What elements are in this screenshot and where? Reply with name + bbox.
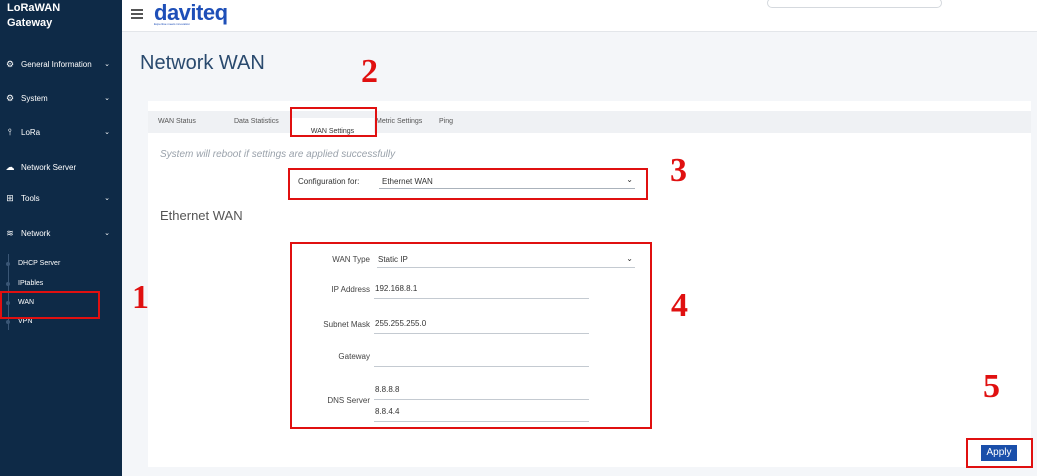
brand: LoRaWAN Gateway bbox=[7, 1, 60, 31]
annotation-number-1: 1 bbox=[132, 279, 149, 316]
sidebar-subitem-vpn[interactable]: VPN bbox=[18, 318, 32, 325]
antenna-icon: ⫯ bbox=[8, 126, 12, 137]
wifi-icon: ≋ bbox=[6, 227, 14, 238]
top-search-field[interactable] bbox=[767, 0, 942, 8]
sidebar-item-general-information[interactable]: ⚙ General Information ⌄ bbox=[0, 54, 122, 74]
annotation-number-3: 3 bbox=[670, 152, 687, 189]
sidebar-subitem-dhcp-server[interactable]: DHCP Server bbox=[18, 260, 60, 267]
brand-line1: LoRaWAN bbox=[7, 2, 61, 14]
sidebar-item-label: General Information bbox=[21, 59, 92, 69]
chevron-down-icon: ⌄ bbox=[104, 230, 110, 237]
annotation-box-5 bbox=[966, 438, 1033, 468]
annotation-number-5: 5 bbox=[983, 368, 1000, 405]
annotation-number-2: 2 bbox=[361, 53, 378, 90]
sidebar-item-label: Tools bbox=[21, 193, 40, 203]
sidebar-item-label: LoRa bbox=[21, 127, 41, 137]
sidebar-item-network-server[interactable]: ☁ Network Server bbox=[0, 157, 122, 177]
chevron-down-icon: ⌄ bbox=[104, 61, 110, 68]
tab-data-statistics[interactable]: Data Statistics bbox=[234, 118, 279, 125]
reboot-notice: System will reboot if settings are appli… bbox=[160, 149, 396, 160]
menu-icon[interactable] bbox=[131, 9, 143, 19]
tab-wan-status[interactable]: WAN Status bbox=[158, 118, 196, 125]
brand-line2: Gateway bbox=[7, 17, 53, 29]
tab-ping[interactable]: Ping bbox=[439, 118, 453, 125]
submenu-dot bbox=[6, 282, 10, 286]
annotation-box-4 bbox=[290, 242, 652, 429]
annotation-box-3 bbox=[288, 168, 648, 200]
sidebar-item-label: Network Server bbox=[21, 162, 77, 172]
logo-tagline: Expertise meets innovation bbox=[154, 22, 191, 26]
tab-metric-settings[interactable]: Metric Settings bbox=[376, 118, 422, 125]
grid-icon: ⊞ bbox=[6, 192, 14, 203]
page-title: Network WAN bbox=[140, 52, 265, 74]
annotation-number-4: 4 bbox=[671, 287, 688, 324]
sidebar: LoRaWAN Gateway ⚙ General Information ⌄ … bbox=[0, 0, 122, 476]
tab-bar: WAN Status Data Statistics WAN Settings … bbox=[148, 111, 1031, 143]
sidebar-item-network[interactable]: ≋ Network ⌄ bbox=[0, 223, 122, 243]
submenu-dot bbox=[6, 262, 10, 266]
section-title: Ethernet WAN bbox=[160, 208, 243, 223]
sidebar-item-system[interactable]: ⚙ System ⌄ bbox=[0, 88, 122, 108]
chevron-down-icon: ⌄ bbox=[104, 129, 110, 136]
cloud-icon: ☁ bbox=[5, 161, 15, 172]
sidebar-subitem-iptables[interactable]: IPtables bbox=[18, 280, 43, 287]
chevron-down-icon: ⌄ bbox=[104, 95, 110, 102]
sidebar-item-lora[interactable]: ⫯ LoRa ⌄ bbox=[0, 122, 122, 142]
submenu-dot bbox=[6, 320, 10, 324]
annotation-box-2 bbox=[290, 107, 377, 137]
top-bar: daviteq Expertise meets innovation bbox=[122, 0, 1037, 32]
annotation-box-1 bbox=[0, 291, 100, 319]
gear-icon: ⚙ bbox=[5, 58, 15, 69]
sidebar-item-label: Network bbox=[21, 228, 51, 238]
sidebar-item-label: System bbox=[21, 93, 48, 103]
chevron-down-icon: ⌄ bbox=[104, 195, 110, 202]
gear-icon: ⚙ bbox=[5, 92, 15, 103]
sidebar-item-tools[interactable]: ⊞ Tools ⌄ bbox=[0, 188, 122, 208]
